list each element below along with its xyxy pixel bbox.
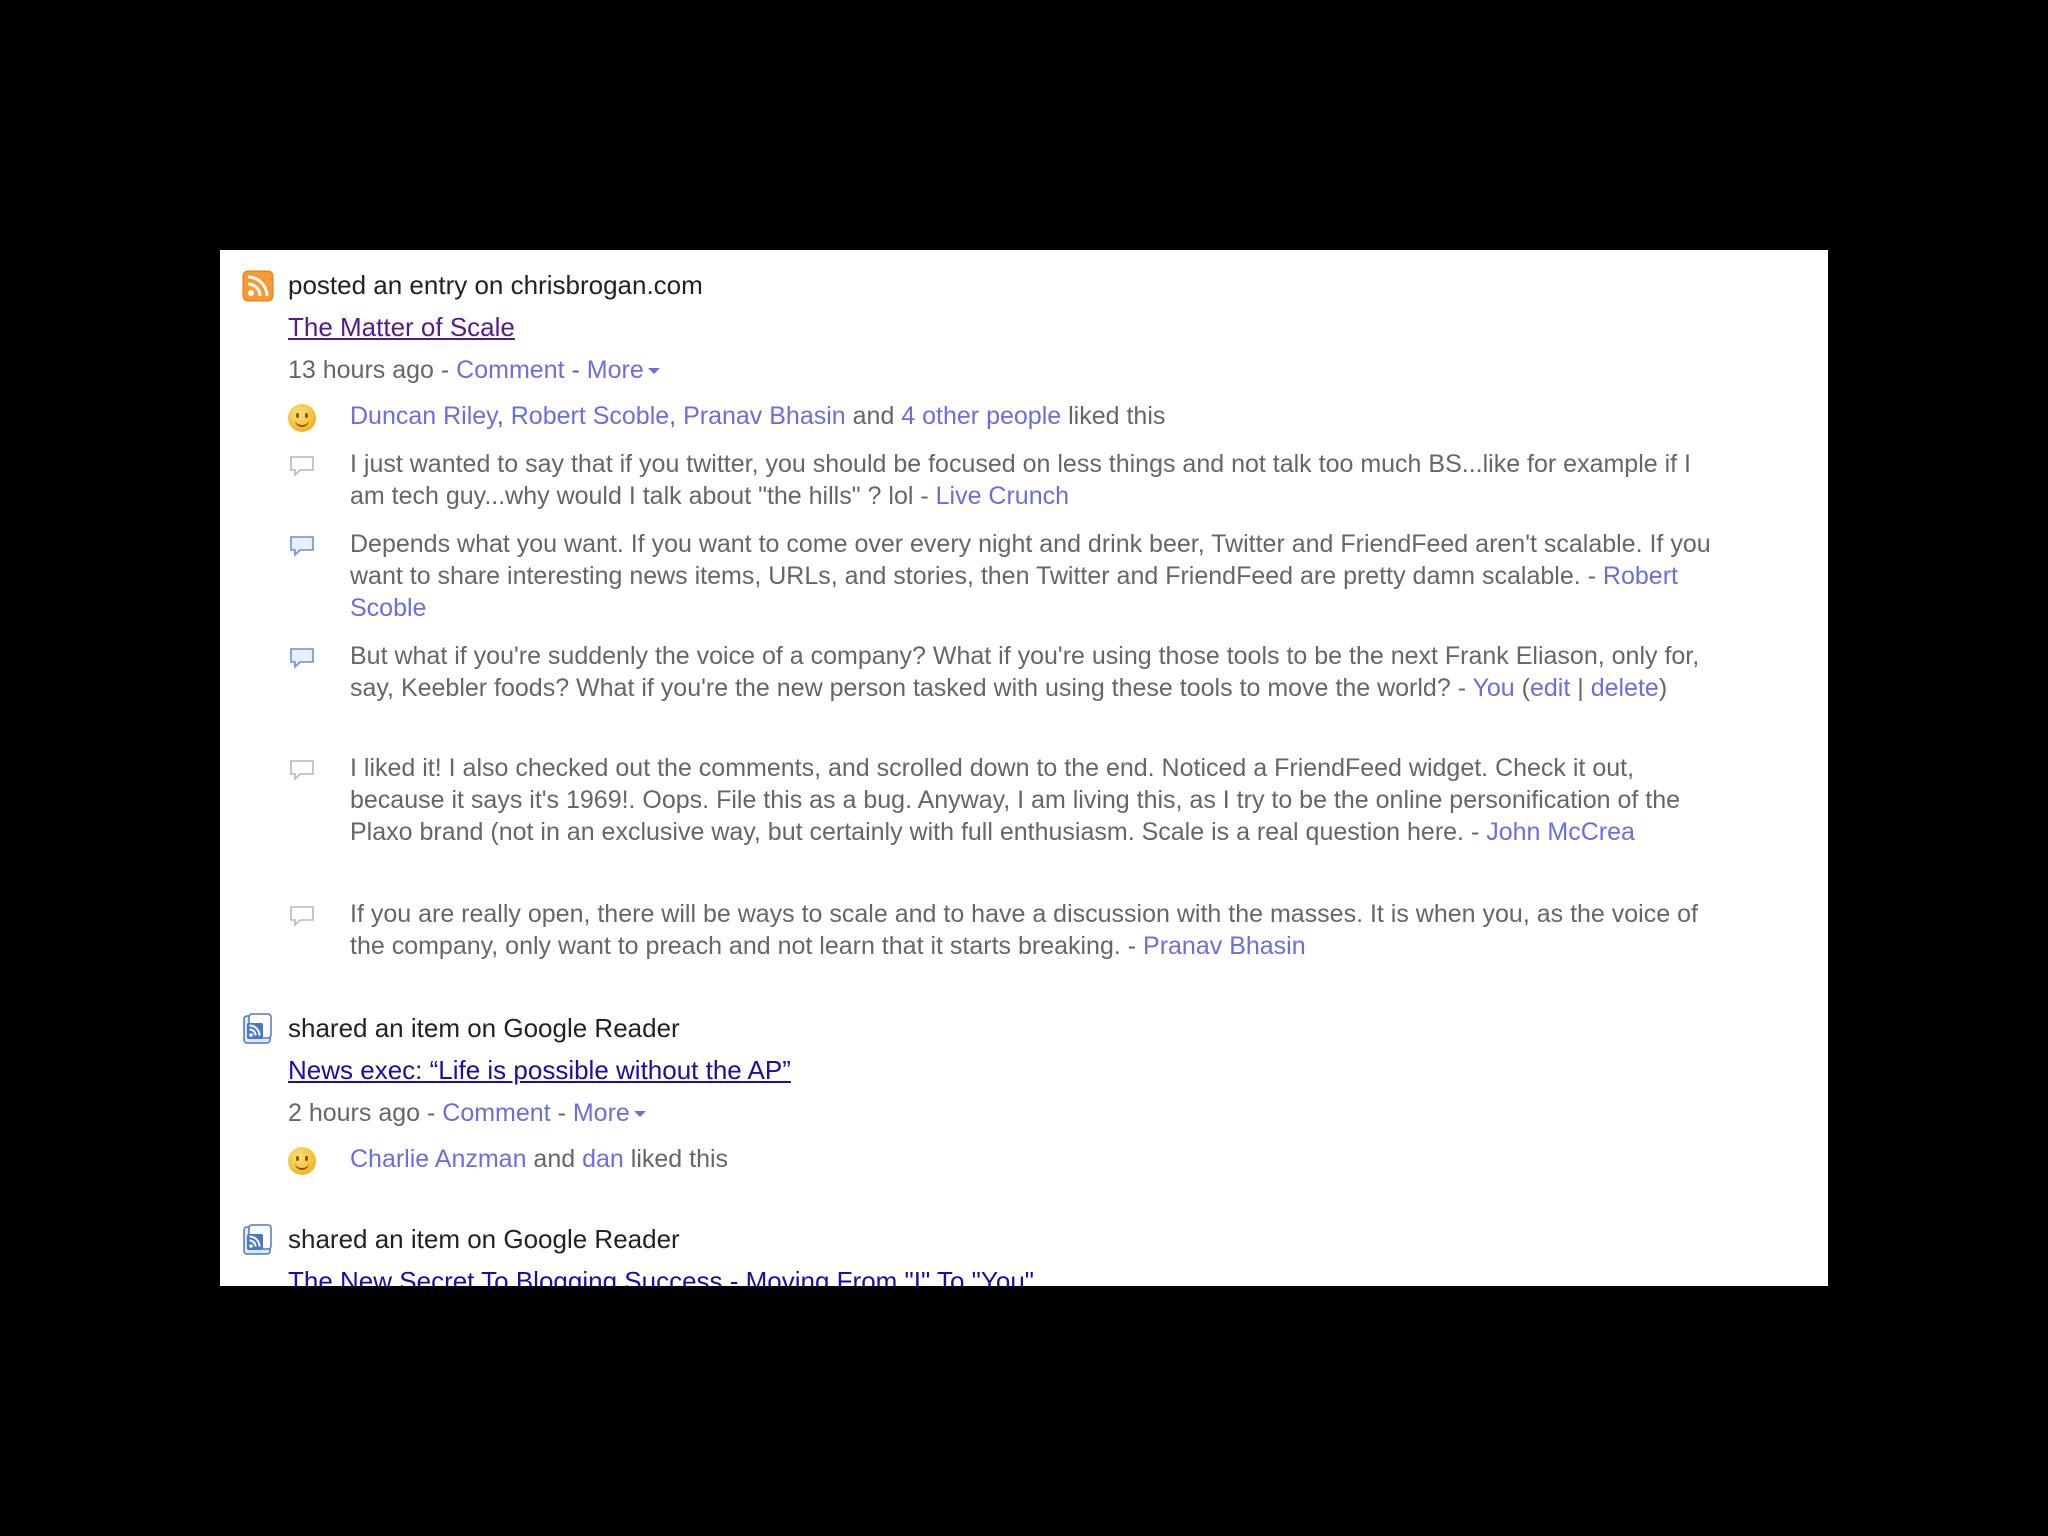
comment-author-link[interactable]: You — [1473, 674, 1515, 702]
feed-entry: shared an item on Google Reader News exe… — [242, 1011, 1802, 1175]
more-menu-link[interactable]: More — [573, 1099, 646, 1127]
paren: ) — [1658, 674, 1668, 702]
entry-header: posted an entry on chrisbrogan.com — [242, 268, 1802, 304]
entry-title-link[interactable]: The Matter of Scale — [288, 310, 515, 344]
comment-bubble-icon — [290, 906, 314, 927]
smiley-like-icon — [288, 1147, 316, 1175]
comment-text: But what if you're suddenly the voice of… — [350, 640, 1720, 704]
likes-text: Charlie Anzman and dan liked this — [350, 1143, 1720, 1175]
liker-link[interactable]: Duncan Riley — [350, 402, 497, 430]
comment-bubble-icon — [290, 760, 314, 781]
entry-header: shared an item on Google Reader — [242, 1222, 1802, 1258]
chevron-down-icon — [633, 1111, 646, 1118]
comment-author-link[interactable]: John McCrea — [1486, 818, 1635, 846]
comment-text: I liked it! I also checked out the comme… — [350, 752, 1720, 848]
entry-header: shared an item on Google Reader — [242, 1011, 1802, 1047]
liked-this-text: liked this — [623, 1145, 729, 1173]
entry-title-link[interactable]: The New Secret To Blogging Success - Mov… — [288, 1264, 1034, 1286]
comment-bubble-icon — [290, 536, 314, 557]
paren: ( — [1514, 674, 1530, 702]
smiley-like-icon — [288, 404, 316, 432]
pipe-separator: | — [1570, 674, 1591, 702]
liker-link[interactable]: dan — [582, 1145, 624, 1173]
delete-link[interactable]: delete — [1591, 674, 1659, 702]
comment-body: If you are really open, there will be wa… — [350, 900, 1698, 960]
comment-text: Depends what you want. If you want to co… — [350, 528, 1720, 624]
comment-author-link[interactable]: Pranav Bhasin — [1143, 932, 1306, 960]
more-menu-link[interactable]: More — [587, 356, 660, 384]
separator: - — [433, 356, 457, 384]
comment-body: I liked it! I also checked out the comme… — [350, 754, 1681, 846]
rss-feed-icon — [242, 270, 274, 302]
liked-this-text: liked this — [1061, 402, 1166, 430]
timestamp: 2 hours ago — [288, 1099, 421, 1127]
chevron-down-icon — [647, 368, 660, 375]
comment-body: Depends what you want. If you want to co… — [350, 530, 1711, 590]
edit-link[interactable]: edit — [1530, 674, 1570, 702]
liker-link[interactable]: Charlie Anzman — [350, 1145, 526, 1173]
entry-meta: 13 hours ago - Comment - More — [288, 353, 660, 387]
comma: , — [669, 402, 684, 430]
entry-action-text: posted an entry on chrisbrogan.com — [288, 270, 703, 300]
entry-title-link[interactable]: News exec: “Life is possible without the… — [288, 1053, 791, 1087]
comment-link[interactable]: Comment — [456, 356, 564, 384]
timestamp: 13 hours ago — [288, 356, 434, 384]
comment-bubble-icon — [290, 456, 314, 477]
likes-text: Duncan Riley, Robert Scoble, Pranav Bhas… — [350, 400, 1720, 432]
comment-text: I just wanted to say that if you twitter… — [350, 448, 1720, 512]
google-reader-icon — [243, 1224, 272, 1255]
more-label: More — [586, 356, 644, 384]
entry-action-text: shared an item on Google Reader — [288, 1224, 680, 1254]
more-label: More — [572, 1099, 630, 1127]
comma: , — [496, 402, 511, 430]
entry-action-text: shared an item on Google Reader — [288, 1013, 680, 1043]
liker-link[interactable]: Robert Scoble — [511, 402, 669, 430]
separator: - — [564, 356, 587, 384]
comment-bubble-icon — [290, 648, 314, 669]
comment-author-link[interactable]: Live Crunch — [936, 482, 1069, 510]
feed-entry: posted an entry on chrisbrogan.com The M… — [242, 268, 1802, 960]
feed-entry: shared an item on Google Reader The New … — [242, 1222, 1802, 1286]
comment-text: If you are really open, there will be wa… — [350, 898, 1720, 962]
separator: - — [420, 1099, 443, 1127]
activity-feed-panel: posted an entry on chrisbrogan.com The M… — [220, 250, 1828, 1286]
liker-link[interactable]: Pranav Bhasin — [683, 402, 846, 430]
other-people-link[interactable]: 4 other people — [901, 402, 1061, 430]
entry-meta: 2 hours ago - Comment - More — [288, 1096, 646, 1130]
comment-link[interactable]: Comment — [442, 1099, 550, 1127]
and-text: and — [845, 402, 902, 430]
separator: - — [550, 1099, 573, 1127]
google-reader-icon — [243, 1013, 272, 1044]
and-text: and — [526, 1145, 583, 1173]
